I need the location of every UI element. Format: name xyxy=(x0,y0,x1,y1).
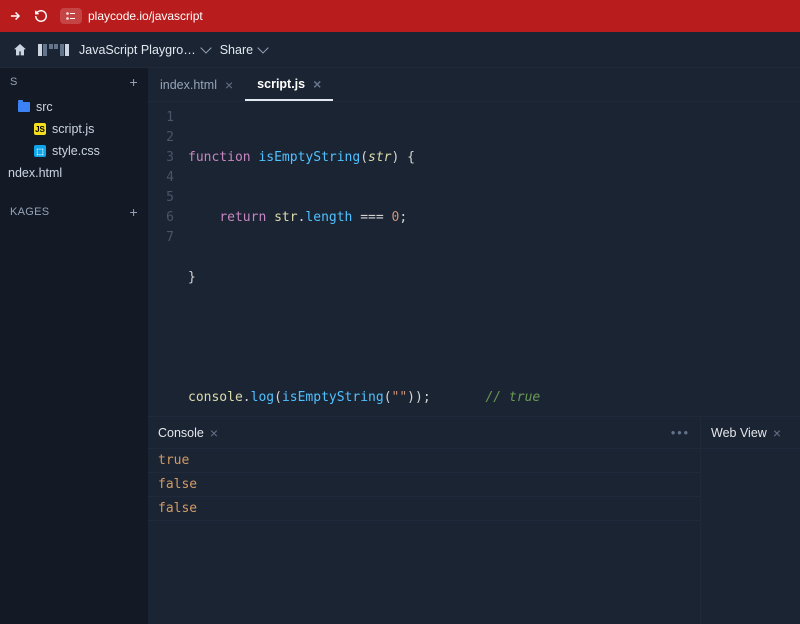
code-editor[interactable]: 1 2 3 4 5 6 7 function isEmptyString(str… xyxy=(148,102,800,416)
chevron-down-icon xyxy=(200,42,211,53)
packages-label: KAGES xyxy=(10,206,49,218)
line-number: 7 xyxy=(148,228,174,248)
line-number: 2 xyxy=(148,128,174,148)
webview-panel: Web View × xyxy=(700,417,800,624)
more-icon[interactable]: ••• xyxy=(671,426,690,440)
files-section-header: S + xyxy=(0,68,148,96)
tree-file-index[interactable]: ndex.html xyxy=(0,162,148,184)
browser-bar: playcode.io/javascript xyxy=(0,0,800,32)
add-package-icon[interactable]: + xyxy=(130,204,138,220)
close-icon[interactable]: × xyxy=(210,425,218,441)
packages-section-header: KAGES + xyxy=(0,198,148,226)
console-title: Console xyxy=(158,426,204,440)
line-number: 1 xyxy=(148,108,174,128)
console-line: true xyxy=(148,449,700,473)
close-icon[interactable]: × xyxy=(225,77,233,93)
code-line: } xyxy=(188,268,800,288)
tab-label: script.js xyxy=(257,77,305,91)
code-body[interactable]: function isEmptyString(str) { return str… xyxy=(188,108,800,416)
line-number: 4 xyxy=(148,168,174,188)
console-output[interactable]: true false false xyxy=(148,449,700,624)
close-icon[interactable]: × xyxy=(313,76,321,92)
code-line: console.log(isEmptyString("")); // true xyxy=(188,388,800,408)
layout-option-2[interactable] xyxy=(49,44,58,56)
webview-title: Web View xyxy=(711,426,767,440)
site-settings-icon[interactable] xyxy=(60,8,82,24)
tab-label: index.html xyxy=(160,78,217,92)
tree-file-style[interactable]: ⬚ style.css xyxy=(0,140,148,162)
close-icon[interactable]: × xyxy=(773,425,781,441)
tab-script-js[interactable]: script.js × xyxy=(245,68,333,101)
line-number: 6 xyxy=(148,208,174,228)
editor-tabs: index.html × script.js × xyxy=(148,68,800,102)
line-gutter: 1 2 3 4 5 6 7 xyxy=(148,108,188,416)
url-text: playcode.io/javascript xyxy=(88,9,203,23)
sidebar: S + src JS script.js ⬚ style.css ndex.ht… xyxy=(0,68,148,624)
files-section-label: S xyxy=(10,76,18,88)
file-label: ndex.html xyxy=(8,166,62,180)
project-name: JavaScript Playgro… xyxy=(79,43,196,57)
layout-option-1[interactable] xyxy=(38,44,47,56)
file-label: script.js xyxy=(52,122,94,136)
layout-option-3[interactable] xyxy=(60,44,69,56)
share-dropdown[interactable]: Share xyxy=(220,43,267,57)
code-line xyxy=(188,328,800,348)
file-label: style.css xyxy=(52,144,100,158)
css-file-icon: ⬚ xyxy=(34,145,46,157)
tree-file-script[interactable]: JS script.js xyxy=(0,118,148,140)
reload-icon[interactable] xyxy=(34,9,48,23)
url-bar[interactable]: playcode.io/javascript xyxy=(60,8,203,24)
code-line: return str.length === 0; xyxy=(188,208,800,228)
line-number: 3 xyxy=(148,148,174,168)
line-number: 5 xyxy=(148,188,174,208)
folder-icon xyxy=(18,102,30,112)
console-panel: Console × ••• true false false xyxy=(148,417,700,624)
share-label: Share xyxy=(220,43,253,57)
tree-folder-src[interactable]: src xyxy=(0,96,148,118)
folder-label: src xyxy=(36,100,53,114)
app-toolbar: JavaScript Playgro… Share xyxy=(0,32,800,68)
add-file-icon[interactable]: + xyxy=(130,74,138,90)
forward-icon[interactable] xyxy=(8,9,22,23)
tab-index-html[interactable]: index.html × xyxy=(148,68,245,101)
layout-switcher[interactable] xyxy=(38,44,69,56)
console-line: false xyxy=(148,497,700,521)
chevron-down-icon xyxy=(257,42,268,53)
home-icon[interactable] xyxy=(12,42,28,58)
project-name-dropdown[interactable]: JavaScript Playgro… xyxy=(79,43,210,57)
code-line: function isEmptyString(str) { xyxy=(188,148,800,168)
js-file-icon: JS xyxy=(34,123,46,135)
console-line: false xyxy=(148,473,700,497)
